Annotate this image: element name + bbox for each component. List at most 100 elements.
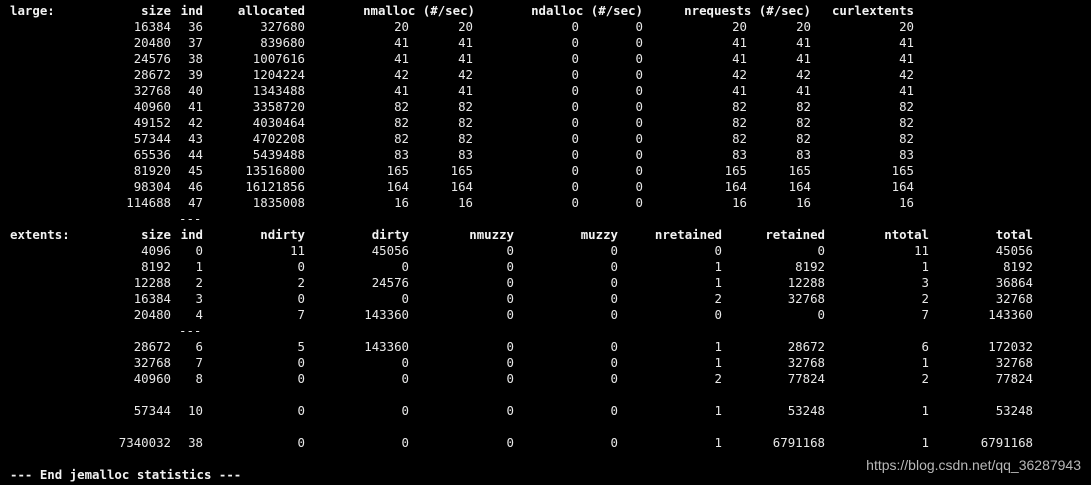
- table-cell: 7: [195, 355, 203, 370]
- table-cell: 32768: [787, 291, 825, 306]
- table-cell: 45056: [995, 243, 1033, 258]
- table-cell: 41: [899, 51, 914, 66]
- table-cell: 0: [635, 163, 643, 178]
- table-cell: 45: [188, 163, 203, 178]
- table-cell: 0: [635, 147, 643, 162]
- column-header: dirty: [371, 227, 409, 242]
- table-cell: 32768: [133, 83, 171, 98]
- table-cell: 41: [394, 83, 409, 98]
- table-row: 32768 7 0 0 0 0 1 32768 1 32768: [0, 355, 1091, 371]
- table-cell: 28672: [133, 339, 171, 354]
- table-cell: 82: [458, 115, 473, 130]
- table-row: 16384 36 327680 20 20 0 0 20 20 20: [0, 19, 1091, 35]
- table-cell: 0: [571, 195, 579, 210]
- table-cell: 83: [796, 147, 811, 162]
- table-cell: 0: [610, 339, 618, 354]
- table-cell: 1: [714, 403, 722, 418]
- table-cell: 0: [635, 83, 643, 98]
- table-cell: 114688: [126, 195, 171, 210]
- table-cell: 20: [394, 19, 409, 34]
- table-cell: 164: [724, 179, 747, 194]
- table-cell: 65536: [133, 147, 171, 162]
- table-cell: 39: [188, 67, 203, 82]
- table-cell: 3: [921, 275, 929, 290]
- table-cell: 82: [899, 99, 914, 114]
- table-cell: 0: [635, 99, 643, 114]
- table-cell: 6: [921, 339, 929, 354]
- table-cell: 38: [188, 435, 203, 450]
- table-cell: 0: [635, 51, 643, 66]
- table-cell: 41: [458, 83, 473, 98]
- table-cell: 32768: [995, 291, 1033, 306]
- table-cell: 32768: [787, 355, 825, 370]
- table-cell: 327680: [260, 19, 305, 34]
- table-cell: 1007616: [252, 51, 305, 66]
- table-cell: 11: [290, 243, 305, 258]
- table-cell: 7: [921, 307, 929, 322]
- table-cell: 0: [297, 355, 305, 370]
- table-cell: 0: [297, 259, 305, 274]
- table-cell: 0: [610, 307, 618, 322]
- table-cell: 12288: [133, 275, 171, 290]
- table-cell: 0: [571, 99, 579, 114]
- table-cell: 0: [635, 131, 643, 146]
- table-cell: 82: [732, 115, 747, 130]
- table-cell: 0: [506, 243, 514, 258]
- table-cell: 1: [195, 259, 203, 274]
- table-cell: 839680: [260, 35, 305, 50]
- table-cell: 44: [188, 147, 203, 162]
- table-cell: 2: [921, 371, 929, 386]
- ellipsis-row: ---: [0, 323, 1091, 339]
- table-cell: 2: [921, 291, 929, 306]
- table-cell: 42: [394, 67, 409, 82]
- table-cell: 1: [921, 403, 929, 418]
- table-cell: 4030464: [252, 115, 305, 130]
- table-cell: 0: [571, 179, 579, 194]
- table-cell: 16: [796, 195, 811, 210]
- table-cell: 16: [732, 195, 747, 210]
- table-row: 7340032 38 0 0 0 0 1 6791168 1 6791168: [0, 435, 1091, 451]
- table-cell: 0: [610, 275, 618, 290]
- table-cell: 41: [796, 35, 811, 50]
- table-cell: 10: [188, 403, 203, 418]
- table-cell: 53248: [995, 403, 1033, 418]
- table-cell: 1: [921, 355, 929, 370]
- table-cell: 1: [921, 259, 929, 274]
- table-cell: 41: [394, 35, 409, 50]
- terminal-window[interactable]: large: size ind allocated nmalloc (#/sec) nda…: [0, 0, 1091, 485]
- table-cell: 83: [394, 147, 409, 162]
- column-header: ind: [180, 3, 203, 18]
- ellipsis-row: ---: [0, 211, 1091, 227]
- table-cell: 53248: [787, 403, 825, 418]
- table-cell: 42: [732, 67, 747, 82]
- table-cell: 83: [732, 147, 747, 162]
- table-cell: 8192: [1003, 259, 1033, 274]
- table-cell: 38: [188, 51, 203, 66]
- table-cell: 41: [732, 35, 747, 50]
- table-cell: 46: [188, 179, 203, 194]
- table-row: 57344 43 4702208 82 82 0 0 82 82 82: [0, 131, 1091, 147]
- table-cell: 8192: [141, 259, 171, 274]
- table-cell: 0: [714, 243, 722, 258]
- table-cell: 82: [796, 115, 811, 130]
- table-cell: 0: [506, 275, 514, 290]
- table-cell: 43: [188, 131, 203, 146]
- table-cell: 6791168: [980, 435, 1033, 450]
- table-cell: 0: [817, 307, 825, 322]
- table-cell: 82: [732, 99, 747, 114]
- section-label-extents: extents:: [10, 227, 70, 242]
- table-cell: 0: [297, 435, 305, 450]
- table-cell: 82: [458, 99, 473, 114]
- table-cell: 82: [458, 131, 473, 146]
- table-cell: 83: [458, 147, 473, 162]
- table-cell: 0: [610, 371, 618, 386]
- table-cell: 0: [401, 259, 409, 274]
- table-row: 57344 10 0 0 0 0 1 53248 1 53248: [0, 403, 1091, 419]
- table-row: 49152 42 4030464 82 82 0 0 82 82 82: [0, 115, 1091, 131]
- table-cell: 0: [506, 435, 514, 450]
- table-cell: 164: [450, 179, 473, 194]
- table-cell: 0: [610, 435, 618, 450]
- extents-header-row: extents: size ind ndirty dirty nmuzzy muzzy nre…: [0, 227, 1091, 243]
- table-cell: 6791168: [772, 435, 825, 450]
- table-cell: 41: [394, 51, 409, 66]
